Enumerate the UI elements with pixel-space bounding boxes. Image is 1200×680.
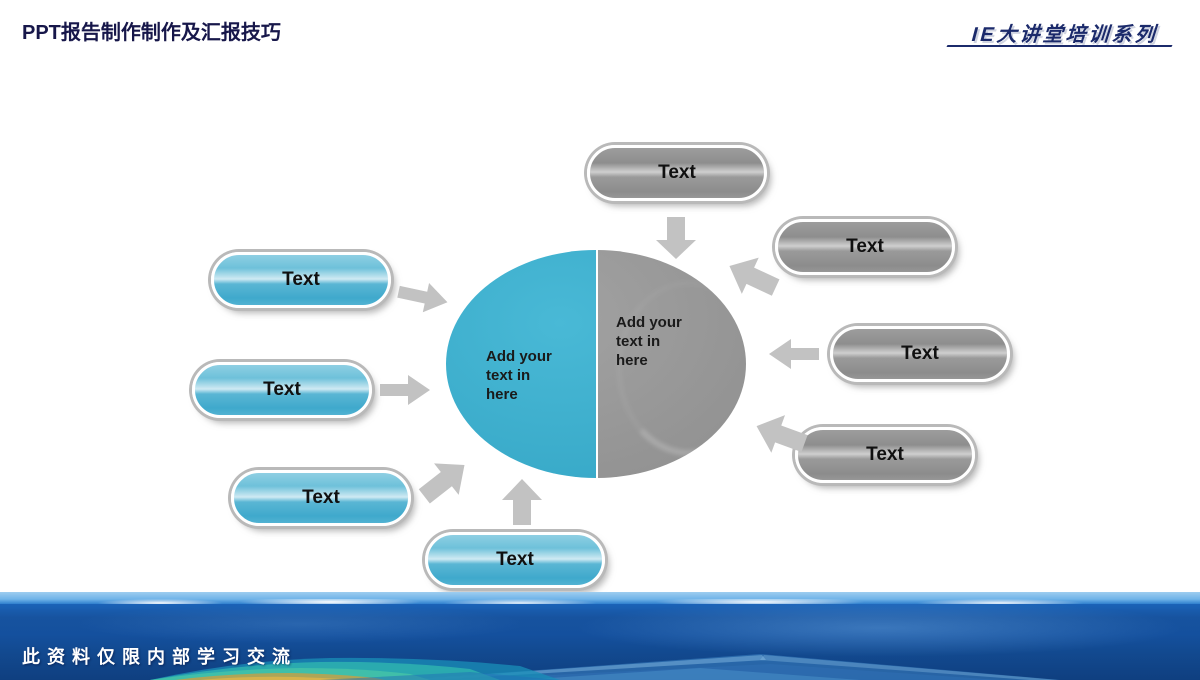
node-right-2[interactable]: Text [775, 219, 955, 275]
node-left-3[interactable]: Text [231, 470, 411, 526]
arrow-right-2-icon [378, 373, 432, 407]
node-right-4[interactable]: Text [795, 427, 975, 483]
arrow-up-right-icon [415, 455, 473, 507]
node-right-4-label: Text [866, 444, 904, 465]
brand-logo: IE大讲堂培训系列 [971, 24, 1159, 46]
arrow-up-icon [498, 476, 546, 530]
arrow-down-icon [654, 212, 698, 264]
slide-canvas: PPT报告制作制作及汇报技巧 IE大讲堂培训系列 Add your text i… [0, 0, 1200, 680]
footer-ocean-photo: 此资料仅限内部学习交流 [0, 592, 1200, 680]
node-left-2-label: Text [263, 379, 301, 400]
node-left-3-label: Text [302, 487, 340, 508]
brand-underline [946, 45, 1173, 47]
arrow-up-left-icon [752, 410, 810, 460]
center-right-text: Add your text in here [616, 314, 682, 369]
node-left-1-label: Text [282, 269, 320, 290]
node-right-1-label: Text [658, 162, 696, 183]
center-left-text: Add your text in here [486, 348, 552, 403]
arrow-right-1-icon [396, 278, 450, 316]
node-right-3-label: Text [901, 343, 939, 364]
footer-caption: 此资料仅限内部学习交流 [22, 647, 297, 667]
arrow-left-1-icon [766, 337, 822, 371]
node-left-4[interactable]: Text [425, 532, 605, 588]
arrow-down-left-icon [724, 252, 782, 302]
node-left-4-label: Text [496, 549, 534, 570]
node-left-2[interactable]: Text [192, 362, 372, 418]
page-title: PPT报告制作制作及汇报技巧 [22, 22, 281, 44]
node-left-1[interactable]: Text [211, 252, 391, 308]
node-right-3[interactable]: Text [830, 326, 1010, 382]
node-right-2-label: Text [846, 236, 884, 257]
node-right-1[interactable]: Text [587, 145, 767, 201]
